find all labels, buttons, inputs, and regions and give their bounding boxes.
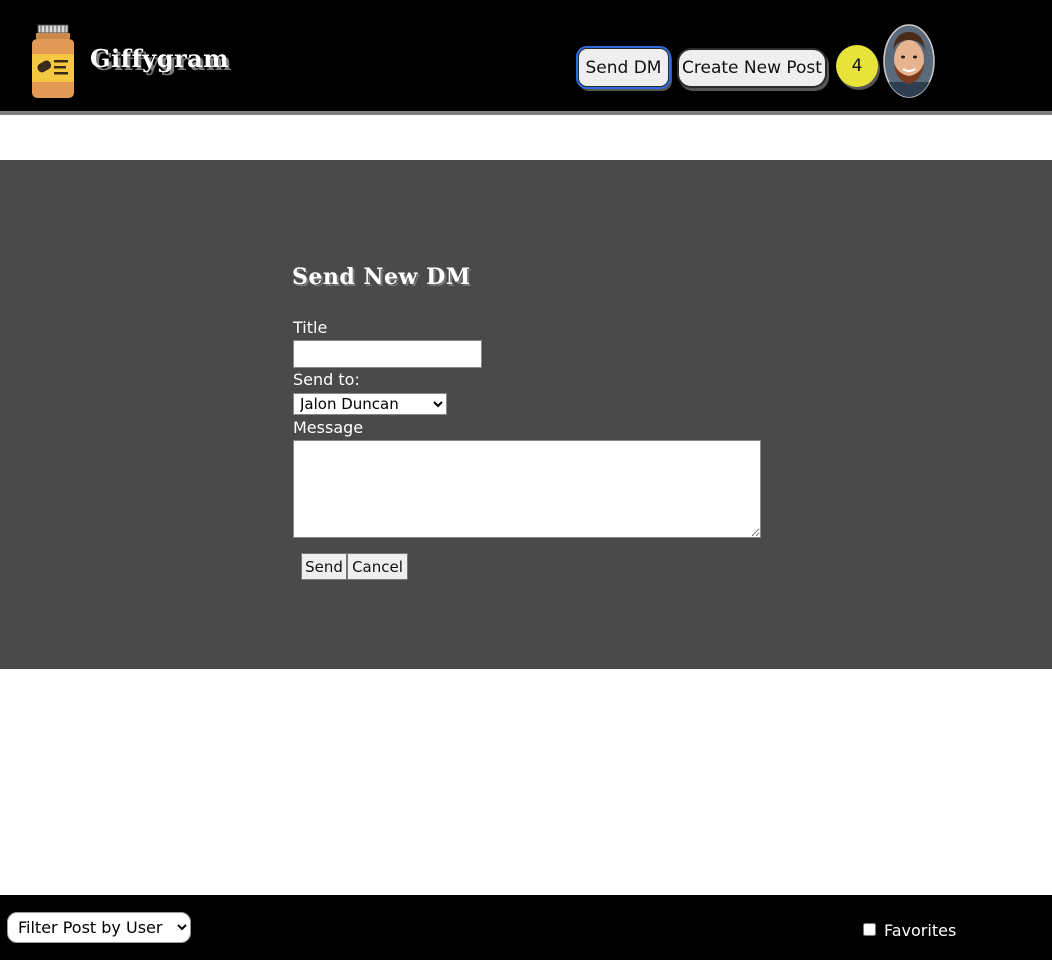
filter-by-user-select[interactable]: Filter Post by User (7, 912, 191, 943)
cancel-button[interactable]: Cancel (347, 553, 408, 580)
avatar[interactable] (883, 24, 935, 98)
dm-modal-panel (0, 160, 1052, 669)
favorites-checkbox[interactable] (863, 923, 876, 936)
app-title: Giffygram (90, 44, 230, 73)
title-input[interactable] (293, 340, 482, 368)
message-textarea[interactable] (293, 440, 761, 538)
dm-form-heading: Send New DM (292, 264, 471, 290)
send-to-label: Send to: (293, 370, 360, 389)
title-label: Title (293, 318, 328, 337)
message-label: Message (293, 418, 364, 437)
send-dm-button[interactable]: Send DM (576, 46, 671, 89)
notification-count-badge[interactable]: 4 (836, 45, 878, 87)
favorites-label: Favorites (884, 921, 957, 940)
header-divider (0, 111, 1052, 115)
jar-logo-icon[interactable] (28, 22, 78, 100)
recipient-select[interactable]: Jalon Duncan (293, 393, 447, 415)
create-new-post-button[interactable]: Create New Post (677, 48, 827, 88)
send-button[interactable]: Send (301, 553, 347, 580)
